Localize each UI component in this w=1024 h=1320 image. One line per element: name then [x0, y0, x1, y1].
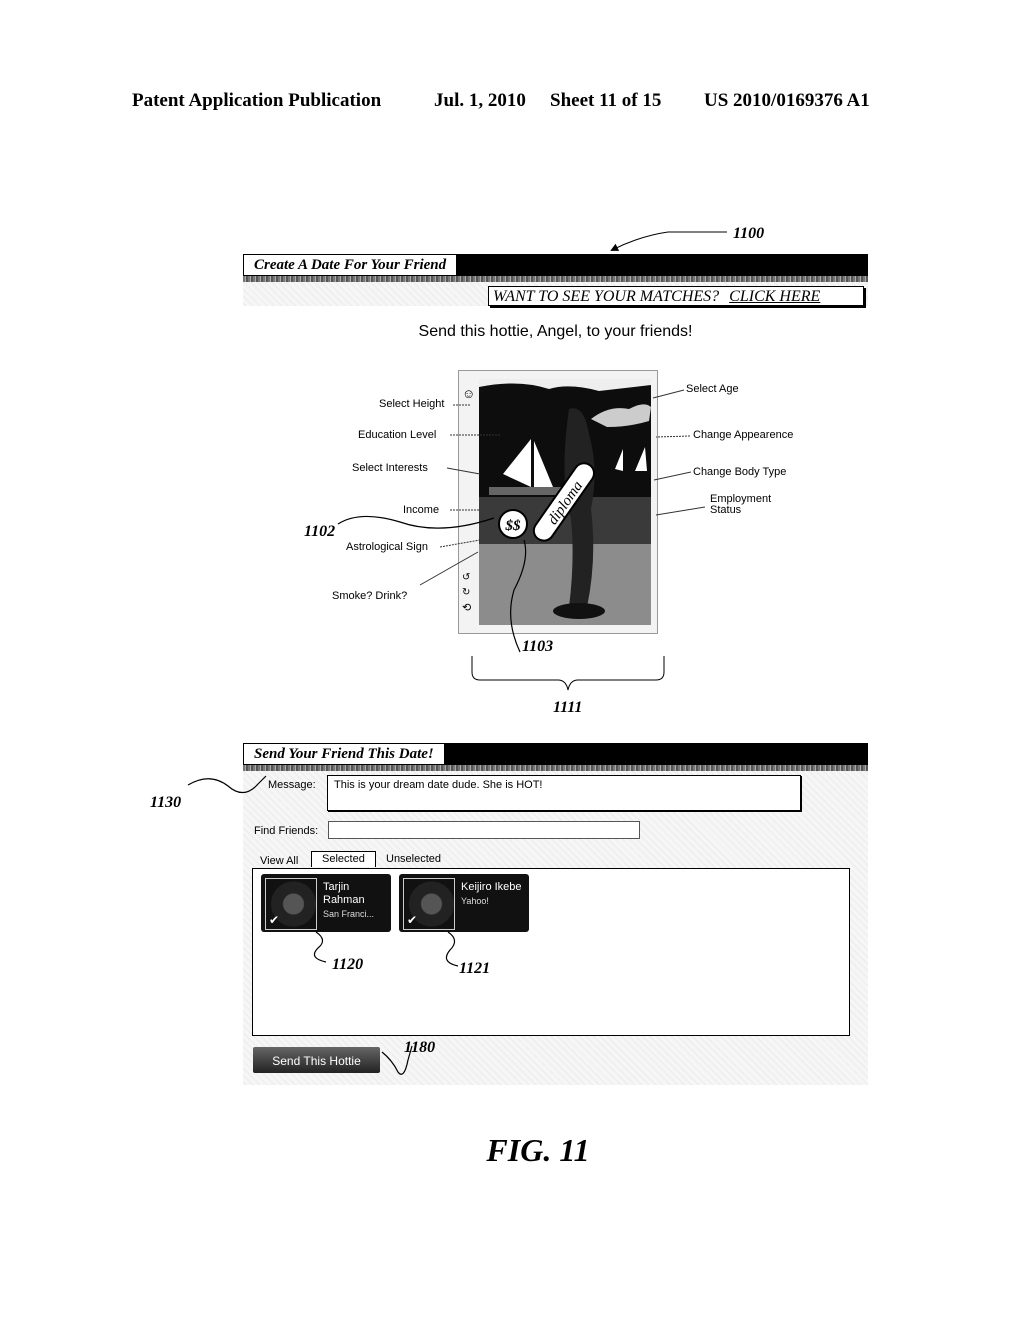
see-matches-banner: WANT TO SEE YOUR MATCHES? CLICK HERE — [488, 286, 864, 306]
ref-1102: 1102 — [304, 523, 336, 540]
annotation-lines — [187, 231, 727, 1075]
leader-line — [655, 435, 691, 438]
friend-card[interactable]: ✔ Tarjin Rahman San Franci... — [261, 874, 391, 932]
ref-1130: 1130 — [150, 794, 182, 811]
astrological-sign-label[interactable]: Astrological Sign — [346, 541, 428, 553]
change-appearance-label[interactable]: Change Appearence — [693, 429, 793, 441]
ref-1100: 1100 — [733, 225, 765, 242]
message-field[interactable]: This is your dream date dude. She is HOT… — [327, 775, 801, 811]
smoke-drink-label[interactable]: Smoke? Drink? — [332, 590, 407, 602]
photo-editor: ☺ ↺ ↻ ⟲ $$ diploma — [458, 370, 658, 634]
svg-text:$$: $$ — [505, 518, 522, 534]
ref-1180: 1180 — [404, 1039, 436, 1056]
friend-name: Keijiro Ikebe — [461, 881, 522, 893]
friend-avatar: ✔ — [403, 878, 455, 930]
photo-scene: $$ diploma — [479, 379, 651, 625]
patent-number: US 2010/0169376 A1 — [704, 90, 870, 111]
undo-icon[interactable]: ⟲ — [462, 601, 471, 615]
sheet-number: Sheet 11 of 15 — [550, 90, 662, 111]
message-label: Message: — [268, 779, 316, 791]
ref-1111-brace — [471, 656, 665, 691]
rotate-icon[interactable]: ↻ — [462, 586, 470, 600]
tab-selected[interactable]: Selected — [311, 851, 376, 867]
ref-1120: 1120 — [332, 956, 364, 973]
friend-network: San Franci... — [323, 909, 375, 919]
friend-card[interactable]: ✔ Keijiro Ikebe Yahoo! — [399, 874, 529, 932]
create-date-title: Create A Date For Your Friend — [243, 254, 458, 276]
select-height-label[interactable]: Select Height — [379, 398, 444, 410]
ref-1111: 1111 — [553, 699, 583, 716]
change-body-type-label[interactable]: Change Body Type — [693, 466, 786, 478]
checkmark-icon: ✔ — [269, 913, 280, 927]
leader-line — [655, 506, 706, 516]
see-matches-prompt: WANT TO SEE YOUR MATCHES? — [493, 288, 720, 305]
find-friends-label: Find Friends: — [254, 825, 319, 837]
publication-date: Jul. 1, 2010 — [434, 90, 526, 111]
tab-unselected[interactable]: Unselected — [386, 853, 441, 865]
select-age-label[interactable]: Select Age — [686, 383, 739, 395]
date-photo: $$ diploma — [479, 379, 651, 625]
headline: Send this hottie, Angel, to your friends… — [418, 323, 693, 340]
send-date-title-bar: Send Your Friend This Date! — [243, 743, 868, 771]
figure-label: FIG. 11 — [486, 1132, 590, 1168]
friend-network: Yahoo! — [461, 896, 489, 906]
income-label[interactable]: Income — [403, 504, 439, 516]
publication-type: Patent Application Publication — [132, 90, 382, 111]
tab-view-all[interactable]: View All — [260, 855, 298, 867]
send-date-title: Send Your Friend This Date! — [243, 743, 445, 765]
find-friends-input[interactable] — [328, 821, 640, 839]
friends-list: ✔ Tarjin Rahman San Franci... ✔ Keijiro … — [252, 868, 850, 1036]
friend-avatar: ✔ — [265, 878, 317, 930]
employment-status-label[interactable]: Employment Status — [710, 494, 790, 516]
leader-line — [653, 471, 692, 481]
send-hottie-button[interactable]: Send This Hottie — [253, 1047, 380, 1073]
select-interests-label[interactable]: Select Interests — [352, 462, 428, 474]
ref-1103: 1103 — [522, 638, 554, 655]
smiley-icon[interactable]: ☺ — [462, 387, 475, 401]
ref-1100-arrow — [610, 231, 727, 251]
rotate-left-icon[interactable]: ↺ — [462, 571, 470, 585]
friend-name: Tarjin Rahman — [323, 881, 365, 906]
ref-1121: 1121 — [459, 960, 491, 977]
checkmark-icon: ✔ — [407, 913, 418, 927]
click-here-link[interactable]: CLICK HERE — [729, 288, 820, 305]
create-date-title-bar: Create A Date For Your Friend — [243, 254, 868, 282]
patent-header: Patent Application Publication Jul. 1, 2… — [132, 90, 892, 114]
education-level-label[interactable]: Education Level — [358, 429, 436, 441]
